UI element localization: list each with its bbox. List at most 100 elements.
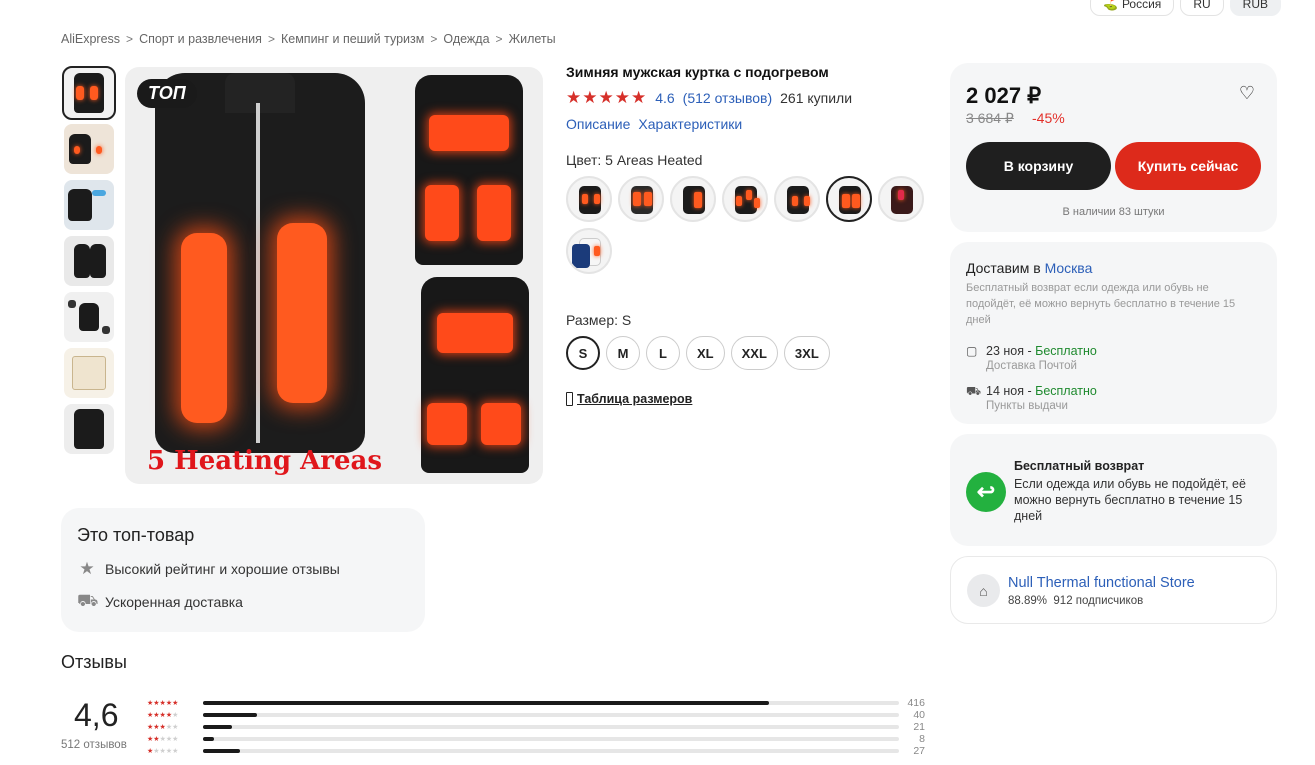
color-swatch[interactable] [618, 176, 664, 222]
size-option[interactable]: L [646, 336, 680, 370]
chevron-right-icon: > [126, 32, 134, 46]
old-price: 3 684 ₽ [966, 110, 1014, 126]
free-return-text: Если одежда или обувь не подойдёт, её мо… [1014, 477, 1246, 523]
rating-value[interactable]: 4.6 [655, 90, 674, 106]
thumbnail[interactable] [64, 180, 114, 230]
heart-icon[interactable]: ♡ [1239, 83, 1255, 104]
rating-bar-track [203, 737, 899, 741]
breadcrumb: AliExpress > Спорт и развлечения > Кемпинг… [61, 32, 556, 46]
top-product-feature-label: Высокий рейтинг и хорошие отзывы [105, 561, 340, 577]
rating-bar-fill [203, 749, 240, 753]
vest-illustration-back [415, 75, 523, 265]
rating-bar-row: ★★★★★ 8 [147, 733, 927, 745]
color-swatch-selected[interactable] [826, 176, 872, 222]
vest-illustration-front [421, 277, 529, 473]
stock-status: В наличии 83 штуки [1062, 206, 1165, 218]
rating-bar-stars-icon: ★★★★★ [147, 700, 179, 707]
rating-bar-track [203, 701, 899, 705]
color-swatch[interactable] [878, 176, 924, 222]
language-label: RU [1193, 0, 1211, 11]
store-subscribers: 912 подписчиков [1053, 595, 1144, 607]
color-swatch[interactable] [670, 176, 716, 222]
rating-bar-count: 40 [913, 709, 925, 721]
rating-bar-row: ★★★★★ 416 [147, 697, 927, 709]
rating-bar-fill [203, 713, 258, 717]
thumbnail[interactable] [62, 66, 116, 120]
rating-bar-fill [203, 725, 232, 729]
description-link[interactable]: Описание [566, 116, 630, 132]
city-link[interactable]: Москва [1045, 260, 1093, 276]
rating-bar-stars-icon: ★★★★★ [147, 736, 179, 743]
color-swatch[interactable] [566, 228, 612, 274]
rating-bar-track [203, 713, 899, 717]
color-swatch[interactable] [774, 176, 820, 222]
top-chips: ⛳ Россия RU RUB [1090, 0, 1281, 16]
size-option[interactable]: S [566, 336, 600, 370]
image-caption: 5 Heating Areas [147, 446, 383, 476]
delivery-option-main: 14 ноя - Бесплатно [986, 384, 1097, 398]
free-return-card: ↩ Бесплатный возврат Если одежда или обу… [950, 434, 1277, 546]
buy-now-button[interactable]: Купить сейчас [1115, 142, 1261, 190]
store-card[interactable]: ⌂ Null Thermal functional Store 88.89% 9… [950, 556, 1277, 624]
box-icon: ▢ [966, 344, 978, 358]
delivery-price: Бесплатно [1035, 384, 1097, 398]
thumbnail[interactable] [64, 292, 114, 342]
rating-bar-count: 21 [913, 721, 925, 733]
color-label: Цвет: 5 Areas Heated [566, 152, 703, 168]
color-swatches [566, 176, 936, 274]
breadcrumb-item[interactable]: Кемпинг и пеший туризм [281, 32, 424, 46]
discount-badge: -45% [1032, 110, 1065, 126]
currency-label: RUB [1242, 0, 1268, 11]
currency-chip[interactable]: RUB [1229, 0, 1281, 16]
rating-bar-row: ★★★★★ 21 [147, 721, 927, 733]
rating-bar-row: ★★★★★ 40 [147, 709, 927, 721]
size-label: Размер: S [566, 312, 632, 328]
size-option[interactable]: XXL [730, 336, 778, 370]
thumbnail-list [62, 66, 116, 460]
top-product-feature: ⛟ Ускоренная доставка [77, 591, 409, 613]
product-main-image[interactable]: ТОП 5 Heating Areas [125, 67, 543, 484]
delivery-date: 14 ноя - [986, 384, 1036, 398]
rating-bar-track [203, 725, 899, 729]
vest-illustration [155, 73, 365, 453]
rating-bar-stars-icon: ★★★★★ [147, 712, 179, 719]
delivery-method: Пункты выдачи [986, 400, 1068, 412]
truck-icon: ⛟ [966, 384, 982, 398]
rating-bar-count: 416 [907, 697, 925, 709]
size-table-link[interactable]: Таблица размеров [566, 392, 936, 406]
current-price: 2 027 ₽ [966, 83, 1042, 108]
product-info: Зимняя мужская куртка с подогревом ★★★★★… [566, 64, 936, 406]
top-badge: ТОП [137, 79, 197, 108]
truck-icon: ⛟ [77, 591, 99, 610]
specs-link[interactable]: Характеристики [638, 116, 742, 132]
ruler-icon [566, 392, 573, 406]
reviews-score: 4,6 [74, 697, 119, 733]
breadcrumb-item[interactable]: Спорт и развлечения [139, 32, 262, 46]
size-option[interactable]: 3XL [783, 336, 830, 370]
delivery-option-main: 23 ноя - Бесплатно [986, 344, 1097, 358]
size-option[interactable]: XL [686, 336, 725, 370]
top-product-box: Это топ-товар ★ Высокий рейтинг и хороши… [61, 508, 425, 632]
color-swatch[interactable] [566, 176, 612, 222]
breadcrumb-item[interactable]: Жилеты [509, 32, 556, 46]
thumbnail[interactable] [64, 404, 114, 454]
color-swatch[interactable] [722, 176, 768, 222]
breadcrumb-item[interactable]: Одежда [443, 32, 489, 46]
chevron-right-icon: > [495, 32, 503, 46]
free-return-title: Бесплатный возврат [1014, 459, 1145, 473]
thumbnail[interactable] [64, 348, 114, 398]
region-label: Россия [1121, 0, 1162, 11]
add-to-cart-button[interactable]: В корзину [966, 142, 1111, 190]
breadcrumb-item[interactable]: AliExpress [61, 32, 120, 46]
thumbnail[interactable] [64, 236, 114, 286]
store-name[interactable]: Null Thermal functional Store [1008, 575, 1195, 591]
delivery-title-prefix: Доставим в [966, 260, 1045, 276]
rating-stars-icon: ★★★★★ [566, 88, 648, 107]
thumbnail[interactable] [64, 124, 114, 174]
size-option[interactable]: M [606, 336, 640, 370]
delivery-date: 23 ноя - [986, 344, 1036, 358]
top-product-feature-label: Ускоренная доставка [105, 594, 243, 610]
region-chip[interactable]: ⛳ Россия [1090, 0, 1175, 16]
reviews-link[interactable]: (512 отзывов) [683, 90, 772, 106]
language-chip[interactable]: RU [1180, 0, 1224, 16]
